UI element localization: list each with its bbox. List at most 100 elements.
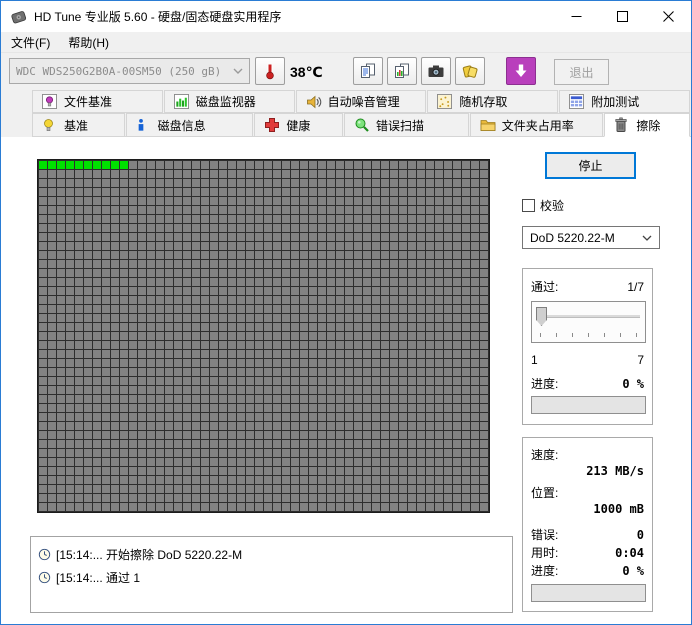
tab-health[interactable]: 健康 [254,113,343,136]
tab-label: 健康 [286,117,310,134]
menu-file[interactable]: 文件(F) [2,32,59,52]
copy-image-icon [393,62,411,80]
verify-label: 校验 [540,197,564,214]
tab-error-scan[interactable]: 错误扫描 [344,113,469,136]
tab-acoustic-management[interactable]: 自动噪音管理 [296,90,427,113]
pass-progress-label: 进度: [531,375,558,392]
tab-extra-tests[interactable]: 附加测试 [559,90,690,113]
erase-method-value: DoD 5220.22-M [530,231,615,245]
tab-label: 基准 [64,117,88,134]
menu-help[interactable]: 帮助(H) [59,32,118,52]
minimize-icon [571,11,582,22]
elapsed-label: 用时: [531,544,558,561]
tab-erase[interactable]: 擦除 [604,113,690,137]
stats-progress-label: 进度: [531,562,558,579]
log-box: [15:14:... 开始擦除 DoD 5220.22-M [15:14:...… [30,536,513,613]
erase-method-select[interactable]: DoD 5220.22-M [522,226,660,249]
download-arrow-icon [513,63,529,79]
errors-value: 0 [637,528,644,542]
tab-file-benchmark[interactable]: 文件基准 [32,90,163,113]
clock-icon [38,571,51,584]
erase-tab-content: [15:14:... 开始擦除 DoD 5220.22-M [15:14:...… [1,137,691,624]
pass-max-label: 7 [637,353,644,367]
chevron-down-icon [233,68,243,74]
tab-label: 错误扫描 [376,117,424,134]
position-label: 位置: [531,484,558,501]
speed-label: 速度: [531,446,558,463]
thermometer-icon [263,62,277,80]
minimize-button[interactable] [553,1,599,32]
pass-slider[interactable] [531,301,646,343]
disk-monitor-icon [174,94,190,110]
stop-button[interactable]: 停止 [545,152,636,179]
acoustic-management-icon [306,94,322,110]
export-button[interactable] [455,57,485,85]
folder-usage-icon [480,117,496,133]
tab-benchmark[interactable]: 基准 [32,113,125,136]
toolbar: WDC WDS250G2B0A-00SM50 (250 gB) 38℃ [1,53,691,90]
menubar: 文件(F) 帮助(H) [1,32,691,53]
tab-label: 磁盘信息 [158,117,206,134]
log-entry: [15:14:... 通过 1 [38,566,505,589]
stats-progress-value: 0 % [622,564,644,578]
pass-slider-thumb[interactable] [536,307,547,326]
tab-label: 文件基准 [64,93,112,110]
chevron-down-icon [642,235,652,241]
tab-disk-monitor[interactable]: 磁盘监视器 [164,90,295,113]
tab-label: 附加测试 [591,93,639,110]
log-entry-text: [15:14:... 开始擦除 DoD 5220.22-M [56,546,242,563]
maximize-button[interactable] [599,1,645,32]
log-entry: [15:14:... 开始擦除 DoD 5220.22-M [38,543,505,566]
stats-group: 速度: 213 MB/s 位置: 1000 mB 错误: 0 用时: 0:04 … [522,437,653,612]
position-value: 1000 mB [593,502,644,516]
maximize-icon [617,11,628,22]
extra-tests-icon [569,94,585,110]
pass-progress-bar [531,396,646,414]
benchmark-icon [42,117,58,133]
pass-value: 1/7 [627,280,644,294]
titlebar: HD Tune 专业版 5.60 - 硬盘/固态硬盘实用程序 [1,1,691,32]
speed-value: 213 MB/s [586,464,644,478]
copy-text-icon [359,62,377,80]
tab-label: 文件夹占用率 [502,117,574,134]
temperature-button[interactable] [255,57,285,85]
random-access-icon [437,94,453,110]
pass-slider-ticks [540,333,637,337]
verify-checkbox[interactable] [522,199,535,212]
screenshot-button[interactable] [421,57,451,85]
drive-select[interactable]: WDC WDS250G2B0A-00SM50 (250 gB) [9,58,250,84]
pass-slider-track[interactable] [537,315,640,318]
tab-label: 随机存取 [459,93,507,110]
camera-icon [427,63,445,79]
error-scan-icon [354,117,370,133]
window-title: HD Tune 专业版 5.60 - 硬盘/固态硬盘实用程序 [34,8,553,25]
pass-label: 通过: [531,278,558,295]
log-entry-text: [15:14:... 通过 1 [56,569,140,586]
pass-min-label: 1 [531,353,538,367]
hdtune-window: HD Tune 专业版 5.60 - 硬盘/固态硬盘实用程序 文件(F) 帮助(… [0,0,692,625]
stats-progress-bar [531,584,646,602]
pass-progress-value: 0 % [622,377,644,391]
verify-checkbox-row[interactable]: 校验 [522,197,564,214]
exit-button[interactable]: 退出 [554,59,609,85]
copy-image-button[interactable] [387,57,417,85]
tabstrip: 文件基准 磁盘监视器 自动噪音管理 随机存取 [1,90,691,137]
tab-label: 磁盘监视器 [196,93,256,110]
file-benchmark-icon [42,94,58,110]
export-icon [461,62,479,80]
pass-group: 通过: 1/7 1 7 进度: 0 % [522,268,653,425]
tab-folder-usage[interactable]: 文件夹占用率 [470,113,604,136]
tab-disk-info[interactable]: 磁盘信息 [126,113,254,136]
tab-label: 擦除 [636,117,660,134]
erase-icon [614,117,630,133]
elapsed-value: 0:04 [615,546,644,560]
temperature-value: 38℃ [290,64,323,81]
close-button[interactable] [645,1,691,32]
tab-random-access[interactable]: 随机存取 [427,90,558,113]
drive-select-value: WDC WDS250G2B0A-00SM50 (250 gB) [16,65,221,78]
download-button[interactable] [506,57,536,85]
erase-block-grid [37,159,490,513]
health-icon [264,117,280,133]
errors-label: 错误: [531,526,558,543]
copy-text-button[interactable] [353,57,383,85]
